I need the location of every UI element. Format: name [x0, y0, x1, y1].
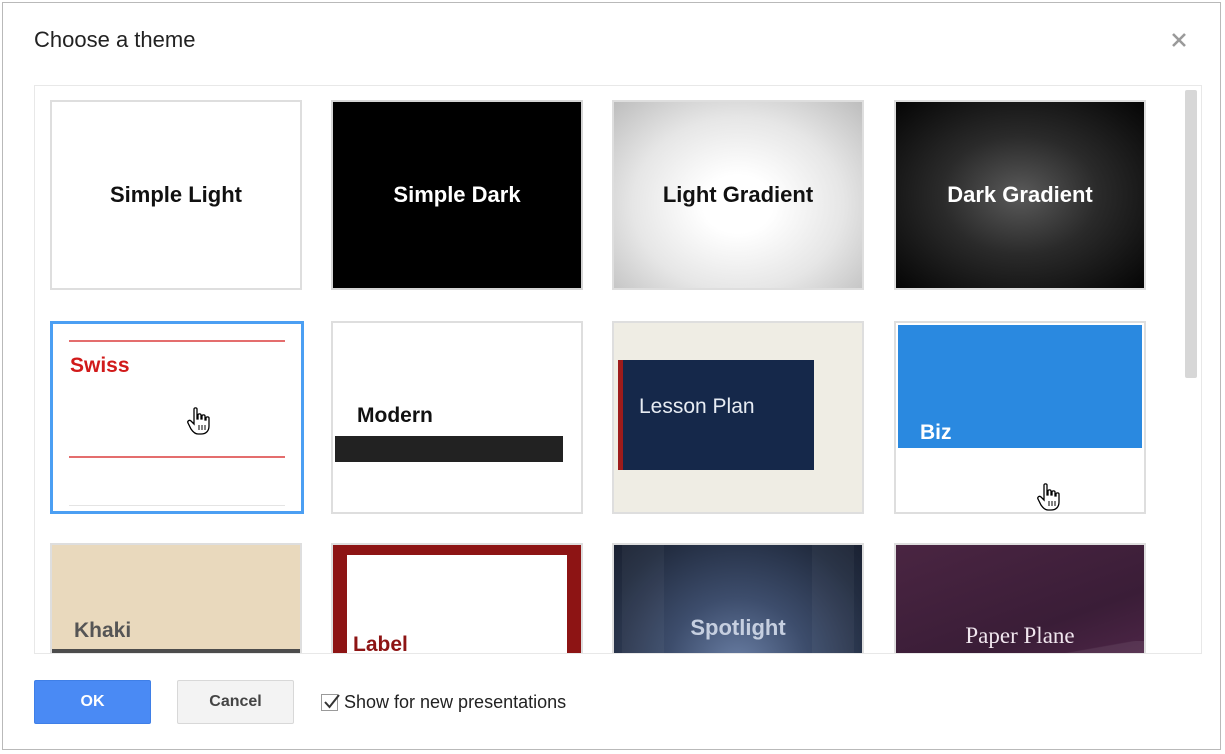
show-checkbox-label: Show for new presentations: [344, 692, 567, 712]
show-checkbox[interactable]: [321, 694, 340, 711]
scrollbar-thumb[interactable]: [1185, 90, 1197, 378]
decorative-line: [69, 340, 285, 342]
theme-label: Modern: [357, 404, 433, 427]
theme-simple-dark[interactable]: Simple Dark: [331, 100, 583, 290]
theme-simple-light[interactable]: Simple Light: [50, 100, 302, 290]
theme-spotlight[interactable]: Spotlight: [612, 543, 864, 653]
choose-theme-dialog: Choose a theme Simple Light Simple Dark …: [2, 2, 1221, 750]
decorative-bar: [52, 649, 300, 653]
theme-khaki[interactable]: Khaki: [50, 543, 302, 653]
theme-grid: Simple Light Simple Dark Light Gradient …: [34, 85, 1202, 654]
theme-label: Label: [353, 633, 408, 654]
theme-label: Simple Dark: [393, 182, 521, 207]
theme-biz[interactable]: Biz: [894, 321, 1146, 514]
checkmark-icon: [324, 694, 340, 709]
theme-label: Swiss: [70, 354, 130, 377]
theme-paper-plane[interactable]: Paper Plane: [894, 543, 1146, 653]
decorative-line: [69, 505, 285, 506]
theme-swiss[interactable]: Swiss: [50, 321, 304, 514]
theme-label: Spotlight: [690, 615, 786, 640]
theme-label: Khaki: [74, 619, 132, 642]
theme-label: Simple Light: [110, 182, 242, 207]
show-for-new-presentations-option[interactable]: Show for new presentations: [321, 692, 566, 713]
dialog-title: Choose a theme: [34, 27, 196, 52]
accent-bar: [618, 360, 623, 470]
theme-light-gradient[interactable]: Light Gradient: [612, 100, 864, 290]
theme-dark-gradient[interactable]: Dark Gradient: [894, 100, 1146, 290]
decorative-bar: [335, 436, 563, 462]
theme-label: Light Gradient: [662, 182, 814, 207]
decorative-line: [69, 456, 285, 458]
theme-label: Dark Gradient: [947, 182, 1093, 207]
theme-label: Paper Plane: [965, 623, 1075, 648]
theme-label: Biz: [920, 421, 952, 444]
close-icon[interactable]: [1166, 27, 1192, 53]
theme-lesson-plan[interactable]: Lesson Plan: [612, 321, 864, 514]
cancel-button[interactable]: Cancel: [177, 680, 294, 724]
ok-button[interactable]: OK: [34, 680, 151, 724]
theme-modern[interactable]: Modern: [331, 321, 583, 514]
theme-label: Lesson Plan: [639, 395, 755, 418]
theme-label-design[interactable]: Label: [331, 543, 583, 654]
